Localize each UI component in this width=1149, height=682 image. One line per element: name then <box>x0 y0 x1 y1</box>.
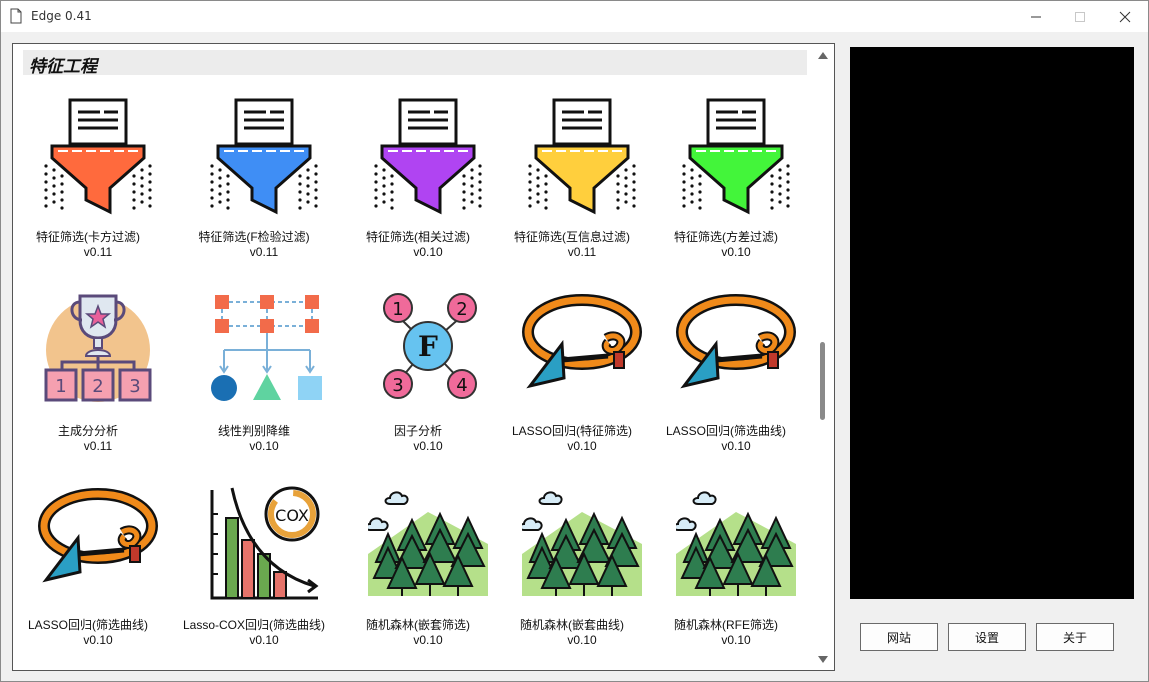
module-name: LASSO回归(筛选曲线) <box>665 424 786 438</box>
module-name: LASSO回归(筛选曲线) <box>27 618 148 632</box>
section-header: 特征工程 <box>23 50 807 77</box>
minimize-icon <box>1031 16 1041 17</box>
module-version: v0.10 <box>249 439 279 453</box>
funnel-filter-icon <box>44 98 152 215</box>
website-button[interactable]: 网站 <box>860 623 938 651</box>
trophy-hierarchy-icon: 1 2 3 <box>44 294 152 402</box>
svg-text:2: 2 <box>456 299 467 320</box>
forest-icon <box>676 491 796 596</box>
module-item[interactable]: 特征筛选(F检验过滤) v0.11 <box>179 96 329 286</box>
svg-text:COX: COX <box>275 506 309 525</box>
about-button[interactable]: 关于 <box>1036 623 1114 651</box>
lasso-rope-icon <box>676 294 796 389</box>
module-item[interactable]: F 1 2 3 4 因子分析 v0.10 <box>343 290 493 480</box>
module-version: v0.10 <box>413 633 443 647</box>
module-item[interactable]: 特征筛选(卡方过滤) v0.11 <box>13 96 163 286</box>
module-version: v0.10 <box>567 439 597 453</box>
module-item[interactable]: COX Lasso-COX回归(筛选曲线) v0.10 <box>179 484 329 674</box>
module-version: v0.10 <box>721 633 751 647</box>
module-panel: 特征工程 特征筛选(卡方过滤) v0.11 特征筛选(F检验过滤) v0.11 … <box>12 43 835 671</box>
close-icon <box>1119 11 1131 22</box>
app-window: Edge 0.41 特征工程 特征筛选(卡方过滤) v0.11 特征筛选(F检验… <box>0 0 1149 682</box>
vertical-scrollbar[interactable] <box>814 46 832 668</box>
close-button[interactable] <box>1102 1 1148 32</box>
lasso-rope-icon <box>38 488 158 583</box>
module-version: v0.10 <box>413 439 443 453</box>
document-icon <box>10 8 22 24</box>
module-item[interactable]: LASSO回归(特征筛选) v0.10 <box>497 290 647 480</box>
settings-button[interactable]: 设置 <box>948 623 1026 651</box>
cox-chart-icon: COX <box>210 486 320 600</box>
svg-text:3: 3 <box>392 375 403 396</box>
lasso-rope-icon <box>522 294 642 389</box>
module-item[interactable]: 随机森林(嵌套筛选) v0.10 <box>343 484 493 674</box>
svg-text:2: 2 <box>92 376 103 397</box>
module-version: v0.10 <box>567 633 597 647</box>
svg-text:F: F <box>418 330 438 363</box>
module-version: v0.10 <box>413 245 443 259</box>
maximize-icon <box>1075 11 1085 22</box>
svg-text:1: 1 <box>392 299 403 320</box>
funnel-filter-icon <box>374 98 482 215</box>
module-version: v0.10 <box>249 633 279 647</box>
funnel-filter-icon <box>682 98 790 215</box>
svg-text:4: 4 <box>456 375 467 396</box>
module-name: 特征筛选(F检验过滤) <box>198 230 310 244</box>
module-name: Lasso-COX回归(筛选曲线) <box>182 618 325 632</box>
funnel-filter-icon <box>528 98 636 215</box>
module-version: v0.10 <box>721 439 751 453</box>
title-bar: Edge 0.41 <box>1 1 1148 32</box>
svg-text:3: 3 <box>129 376 140 397</box>
module-version: v0.11 <box>83 439 113 453</box>
module-item[interactable]: LASSO回归(筛选曲线) v0.10 <box>651 290 801 480</box>
preview-pane <box>850 47 1134 599</box>
module-name: 主成分分析 <box>57 424 118 438</box>
maximize-button[interactable] <box>1057 1 1103 32</box>
module-item[interactable]: 1 2 3 主成分分析 v0.11 <box>13 290 163 480</box>
scroll-up-arrow-icon[interactable] <box>818 52 828 59</box>
module-name: 特征筛选(卡方过滤) <box>36 230 140 244</box>
forest-icon <box>522 491 642 596</box>
factor-network-icon: F 1 2 3 4 <box>383 293 477 399</box>
module-name: 线性判别降维 <box>217 424 290 438</box>
module-item[interactable]: LASSO回归(筛选曲线) v0.10 <box>13 484 163 674</box>
module-version: v0.10 <box>721 245 751 259</box>
module-version: v0.11 <box>567 245 597 259</box>
module-item[interactable]: 线性判别降维 v0.10 <box>179 290 329 480</box>
module-name: 随机森林(RFE筛选) <box>674 618 778 632</box>
module-item[interactable]: 特征筛选(互信息过滤) v0.11 <box>497 96 647 286</box>
section-title: 特征工程 <box>29 57 97 77</box>
forest-icon <box>368 491 488 596</box>
module-name: 特征筛选(方差过滤) <box>674 230 778 244</box>
window-title: Edge 0.41 <box>31 9 92 23</box>
scroll-down-arrow-icon[interactable] <box>818 656 828 663</box>
svg-text:1: 1 <box>55 376 66 397</box>
module-version: v0.11 <box>83 245 113 259</box>
classification-tree-icon <box>211 295 322 401</box>
module-item[interactable]: 特征筛选(方差过滤) v0.10 <box>651 96 801 286</box>
minimize-button[interactable] <box>1013 1 1059 32</box>
module-item[interactable]: 随机森林(嵌套曲线) v0.10 <box>497 484 647 674</box>
funnel-filter-icon <box>210 98 318 215</box>
module-version: v0.11 <box>249 245 279 259</box>
scrollbar-thumb[interactable] <box>820 342 825 420</box>
module-item[interactable]: 特征筛选(相关过滤) v0.10 <box>343 96 493 286</box>
module-version: v0.10 <box>83 633 113 647</box>
module-item[interactable]: 随机森林(RFE筛选) v0.10 <box>651 484 801 674</box>
